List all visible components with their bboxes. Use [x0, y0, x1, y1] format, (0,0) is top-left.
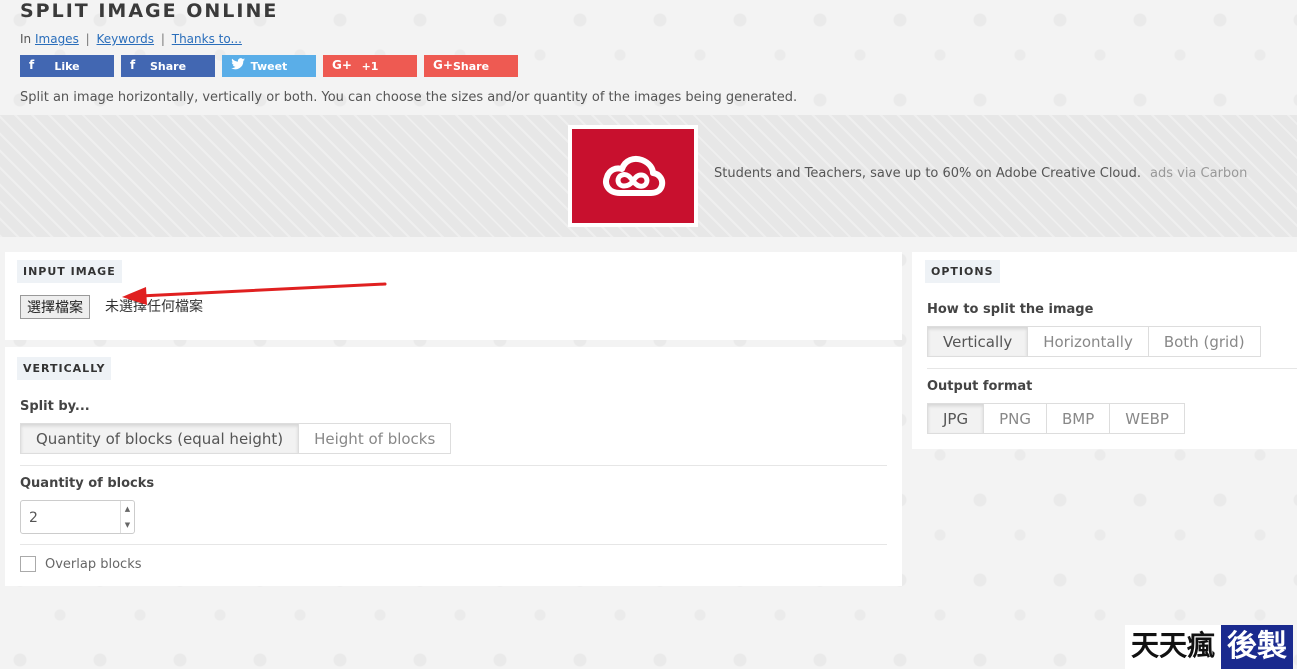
- split-vertically-option[interactable]: Vertically: [928, 327, 1029, 356]
- breadcrumb-link-images[interactable]: Images: [35, 32, 79, 46]
- creative-cloud-logo: [572, 129, 694, 223]
- split-by-height-option[interactable]: Height of blocks: [299, 424, 451, 453]
- annotation-arrow: [122, 282, 387, 305]
- google-plus-icon: G+: [332, 58, 352, 72]
- overlap-label: Overlap blocks: [45, 557, 142, 572]
- vertically-panel: [5, 347, 902, 586]
- quantity-label: Quantity of blocks: [20, 476, 155, 491]
- split-mode-label: How to split the image: [927, 302, 1094, 317]
- divider: [20, 544, 887, 545]
- format-png-option[interactable]: PNG: [984, 404, 1047, 433]
- twitter-icon: [231, 58, 245, 73]
- google-plus-one-button[interactable]: G+ +1: [323, 55, 417, 77]
- output-format-label: Output format: [927, 379, 1033, 394]
- watermark-text: 天天瘋: [1125, 625, 1222, 669]
- watermark: 天天瘋 後製: [1125, 625, 1294, 669]
- share-button-label: Like: [54, 59, 80, 73]
- stepper-arrows[interactable]: ▲ ▼: [120, 501, 134, 533]
- output-format-toggle: JPG PNG BMP WEBP: [927, 403, 1185, 434]
- split-by-toggle: Quantity of blocks (equal height) Height…: [20, 423, 452, 454]
- input-image-heading: INPUT IMAGE: [17, 260, 122, 283]
- quantity-stepper[interactable]: 2 ▲ ▼: [20, 500, 135, 534]
- share-button-label: +1: [361, 59, 379, 73]
- google-plus-icon: G+: [433, 58, 453, 72]
- split-by-quantity-option[interactable]: Quantity of blocks (equal height): [21, 424, 300, 453]
- share-button-label: Tweet: [250, 59, 288, 73]
- breadcrumb-link-keywords[interactable]: Keywords: [97, 32, 155, 46]
- breadcrumb: In Images | Keywords | Thanks to...: [20, 32, 242, 46]
- facebook-share-button[interactable]: f Share: [121, 55, 215, 77]
- facebook-icon: f: [130, 58, 136, 72]
- chevron-down-icon[interactable]: ▼: [121, 517, 134, 533]
- vertically-heading: VERTICALLY: [17, 357, 112, 380]
- share-buttons: f Like f Share Tweet G+ +1 G+ Share: [20, 55, 518, 77]
- split-mode-toggle: Vertically Horizontally Both (grid): [927, 326, 1261, 357]
- breadcrumb-separator: |: [160, 32, 165, 46]
- split-horizontally-option[interactable]: Horizontally: [1028, 327, 1149, 356]
- page-title: SPLIT IMAGE ONLINE: [20, 0, 279, 22]
- ad-via-link[interactable]: ads via Carbon: [1150, 166, 1247, 181]
- breadcrumb-separator: |: [85, 32, 90, 46]
- page-description: Split an image horizontally, vertically …: [20, 90, 798, 105]
- ad-image[interactable]: [568, 125, 698, 227]
- google-plus-share-button[interactable]: G+ Share: [424, 55, 518, 77]
- tweet-button[interactable]: Tweet: [222, 55, 316, 77]
- quantity-value: 2: [29, 510, 38, 526]
- ad-banner: Students and Teachers, save up to 60% on…: [0, 115, 1297, 237]
- breadcrumb-prefix: In: [20, 32, 32, 46]
- divider: [20, 465, 887, 466]
- facebook-icon: f: [29, 58, 35, 72]
- breadcrumb-link-thanks[interactable]: Thanks to...: [172, 32, 242, 46]
- creative-cloud-icon: [603, 155, 666, 196]
- ad-text[interactable]: Students and Teachers, save up to 60% on…: [714, 166, 1141, 181]
- options-heading: OPTIONS: [925, 260, 1000, 283]
- format-jpg-option[interactable]: JPG: [928, 404, 985, 433]
- watermark-badge: 後製: [1221, 625, 1294, 669]
- split-grid-option[interactable]: Both (grid): [1148, 327, 1260, 356]
- share-button-label: Share: [452, 59, 490, 73]
- format-bmp-option[interactable]: BMP: [1046, 404, 1111, 433]
- overlap-checkbox[interactable]: [20, 556, 36, 572]
- chevron-up-icon[interactable]: ▲: [121, 501, 134, 517]
- share-button-label: Share: [149, 59, 187, 73]
- choose-file-button[interactable]: 選擇檔案: [20, 295, 90, 319]
- facebook-like-button[interactable]: f Like: [20, 55, 114, 77]
- split-by-label: Split by...: [20, 399, 90, 414]
- divider: [927, 368, 1297, 369]
- format-webp-option[interactable]: WEBP: [1110, 404, 1184, 433]
